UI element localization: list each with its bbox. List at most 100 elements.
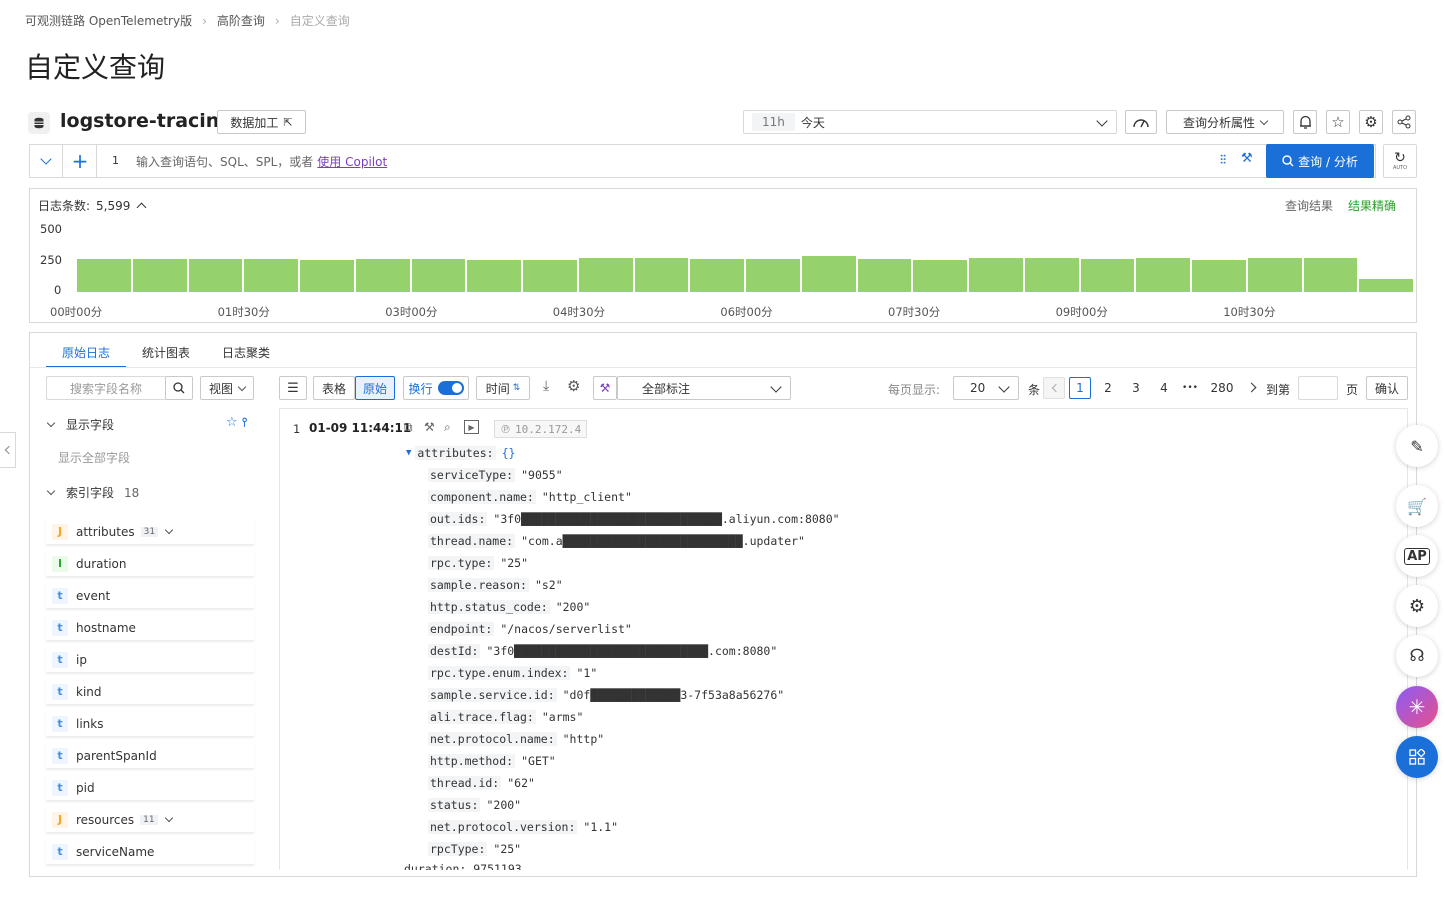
histogram-bar[interactable] [467,259,521,292]
attribute-value[interactable]: "/nacos/serverlist" [500,622,632,636]
tab-raw-logs[interactable]: 原始日志 [62,344,110,361]
time-picker[interactable]: 11h 今天 [743,110,1117,134]
index-fields-header[interactable]: 索引字段 18 [46,484,139,501]
chevron-down-icon[interactable] [164,525,174,535]
settings-button[interactable]: ⚙ [1359,110,1383,134]
attribute-value[interactable]: "http" [563,732,605,746]
attribute-key[interactable]: rpcType: [428,842,488,856]
attribute-key[interactable]: thread.name: [428,534,516,548]
attribute-value[interactable]: "25" [493,842,521,856]
field-item-resources[interactable]: Jresources 11 [46,807,254,833]
histogram-bar[interactable] [801,256,856,292]
field-item-hostname[interactable]: t hostname [46,615,254,641]
page-1[interactable]: 1 [1069,377,1091,399]
attribute-value[interactable]: "http_client" [542,490,632,504]
attribute-value[interactable]: "3f0█████████████████████████████.aliyun… [493,512,839,526]
query-format-icon[interactable]: ⫶⫶ [1220,153,1226,168]
histogram-bar[interactable] [411,259,466,292]
favorite-button[interactable]: ☆ [1326,110,1350,134]
attributes-node[interactable]: ▼ attributes: {} [406,446,515,460]
display-fields-header[interactable]: 显示字段 [46,416,114,433]
field-search-input[interactable]: 搜索字段名称 [46,376,166,400]
page-last[interactable]: 280 [1208,377,1236,399]
annotation-dropdown[interactable]: 全部标注 [617,376,791,400]
time-sort-button[interactable]: 时间 ⇅ [476,376,530,400]
histogram-bar[interactable] [244,259,298,292]
histogram-bar[interactable] [355,259,410,292]
attribute-key[interactable]: rpc.type.enum.index: [428,666,571,680]
histogram-bar[interactable] [1247,257,1302,292]
copy-icon[interactable]: ⧉ [404,420,413,435]
table-view-button[interactable]: 表格 [313,376,355,400]
field-item-servicename[interactable]: t serviceName [46,839,254,865]
download-icon[interactable]: ⤓ [543,378,549,394]
field-item-pid[interactable]: t pid [46,775,254,801]
histogram-bar[interactable] [1359,278,1413,292]
field-item-ip[interactable]: t ip [46,647,254,673]
query-add-button[interactable]: + [64,145,97,177]
attribute-value[interactable]: "d0f█████████████3-7f53a8a56276" [563,688,785,702]
attribute-value[interactable]: "25" [500,556,528,570]
attribute-key[interactable]: component.name: [428,490,536,504]
attribute-key[interactable]: rpc.type: [428,556,495,570]
share-button[interactable] [1392,110,1416,134]
page-3[interactable]: 3 [1125,377,1147,399]
edit-float-button[interactable]: ✎ [1396,425,1438,467]
attribute-value[interactable]: "200" [486,798,521,812]
histogram-bar[interactable] [913,259,967,292]
tab-charts[interactable]: 统计图表 [142,344,190,361]
histogram-bar[interactable] [857,258,912,292]
field-item-parentspanid[interactable]: t parentSpanId [46,743,254,769]
attribute-key[interactable]: endpoint: [428,622,495,636]
attribute-value[interactable]: "3f0████████████████████████████.com:808… [486,644,777,658]
copilot-link[interactable]: 使用 Copilot [317,153,387,170]
histogram-bar[interactable] [690,259,744,292]
histogram-bar[interactable] [634,257,689,292]
histogram-bar[interactable] [578,257,633,292]
histogram-bar[interactable] [1192,259,1246,292]
attribute-key[interactable]: destId: [428,644,481,658]
attribute-key[interactable]: sample.service.id: [428,688,557,702]
api-float-button[interactable]: AP [1396,535,1438,577]
field-item-attributes[interactable]: Jattributes 31 [46,519,254,545]
attribute-value[interactable]: "s2" [535,578,563,592]
wrap-toggle[interactable]: 换行 [403,376,469,400]
histogram-bar[interactable] [746,259,800,292]
attribute-key[interactable]: ali.trace.flag: [428,710,536,724]
field-item-duration[interactable]: l duration [46,551,254,577]
attribute-value[interactable]: "GET" [521,754,556,768]
left-collapse-tab[interactable] [0,432,16,468]
histogram-bar[interactable] [1024,257,1079,292]
attribute-key[interactable]: http.status_code: [428,600,550,614]
settings-float-button[interactable]: ⚙ [1396,585,1438,627]
attribute-value[interactable]: "1.1" [583,820,618,834]
histogram-bar[interactable] [77,259,131,292]
histogram-bar[interactable] [1136,257,1190,292]
field-item-event[interactable]: t event [46,583,254,609]
attribute-value[interactable]: "9055" [521,468,563,482]
context-search-icon[interactable]: ⌕ [444,420,451,435]
show-all-fields-link[interactable]: 显示全部字段 [58,449,130,466]
chevron-up-icon[interactable] [136,202,147,213]
attribute-value[interactable]: "200" [556,600,591,614]
cart-float-button[interactable]: 🛒 [1396,485,1438,527]
attribute-key[interactable]: thread.id: [428,776,502,790]
attribute-key[interactable]: out.ids: [428,512,488,526]
histogram-bar[interactable] [132,259,187,292]
histogram-bar[interactable] [1080,258,1135,292]
histogram-bar[interactable] [300,259,354,292]
attribute-key[interactable]: http.method: [428,754,516,768]
gear-icon[interactable]: ⚙ [567,377,580,395]
attribute-key[interactable]: net.protocol.version: [428,820,578,834]
query-input[interactable]: 输入查询语句、SQL、SPL，或者 使用 Copilot [136,153,387,170]
histogram-bar[interactable] [188,259,243,292]
attribute-key[interactable]: sample.reason: [428,578,529,592]
query-clear-icon[interactable]: ⚒ [1241,151,1253,166]
support-float-button[interactable]: ☊ [1396,635,1438,677]
attribute-value[interactable]: "62" [507,776,535,790]
goto-confirm-button[interactable]: 确认 [1366,376,1408,400]
search-analyze-button[interactable]: 查询 / 分析 [1266,144,1374,178]
query-expand-button[interactable] [30,145,63,177]
page-2[interactable]: 2 [1097,377,1119,399]
raw-view-button[interactable]: 原始 [355,376,395,400]
